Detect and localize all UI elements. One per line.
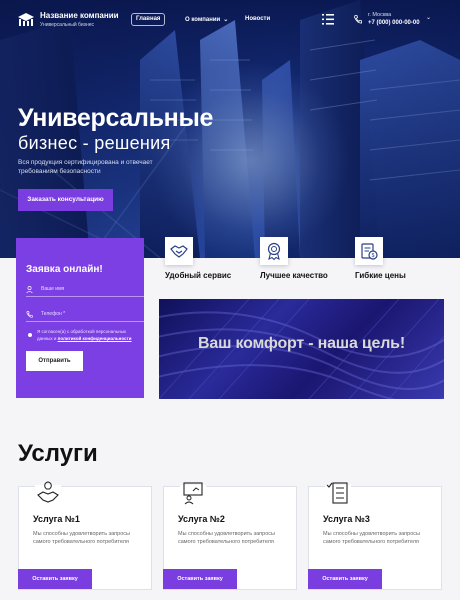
- chevron-down-icon[interactable]: ⌄: [426, 14, 431, 21]
- phone-field[interactable]: Телефон *: [26, 310, 144, 322]
- company-tagline: Универсальный бизнес: [40, 22, 94, 28]
- hero-title: Универсальные: [18, 104, 214, 132]
- leave-request-button[interactable]: Оставить заявку: [163, 569, 237, 589]
- feature-label-quality: Лучшее качество: [260, 271, 328, 280]
- award-medal-icon: [267, 242, 281, 261]
- nav-item-home-label: Главная: [136, 16, 161, 22]
- service-card: Услуга №2 Мы способны удовлетворить запр…: [163, 482, 297, 590]
- hero-section: Название компании Универсальный бизнес Г…: [0, 0, 460, 258]
- chevron-down-icon: ⌄: [223, 17, 229, 23]
- nav-item-about[interactable]: О компании ⌄: [185, 16, 228, 23]
- handshake-icon: [170, 245, 188, 258]
- online-request-form: Заявка онлайн! Ваше имя Телефон * Я согл…: [16, 238, 144, 398]
- feature-service-icon-box: [165, 237, 193, 265]
- menu-icon[interactable]: [322, 14, 334, 25]
- order-consultation-button[interactable]: Заказать консультацию: [18, 189, 113, 211]
- phone-icon[interactable]: [354, 15, 362, 24]
- checklist-icon: [325, 482, 351, 505]
- user-icon: [26, 286, 33, 293]
- service-title: Услуга №3: [323, 514, 370, 524]
- hero-description: Вся продукция сертифицирована и отвечает…: [18, 159, 153, 175]
- nav-item-about-label: О компании: [185, 17, 221, 23]
- leave-request-button[interactable]: Оставить заявку: [308, 569, 382, 589]
- service-title: Услуга №2: [178, 514, 225, 524]
- company-name[interactable]: Название компании: [40, 11, 119, 20]
- privacy-policy-link[interactable]: политикой конфиденциальности: [58, 336, 132, 341]
- phone-number[interactable]: +7 (000) 000-00-00: [368, 20, 420, 26]
- nav-item-news[interactable]: Новости: [245, 16, 270, 22]
- leave-request-button[interactable]: Оставить заявку: [18, 569, 92, 589]
- presentation-board-icon: [180, 482, 206, 505]
- feature-quality-icon-box: [260, 237, 288, 265]
- service-card: Услуга №3 Мы способны удовлетворить запр…: [308, 482, 442, 590]
- nav-item-home[interactable]: Главная: [131, 13, 166, 26]
- banner-slogan: Ваш комфорт - наша цель!: [198, 335, 405, 352]
- service-description: Мы способны удовлетворить запросы самого…: [323, 531, 420, 545]
- name-placeholder: Ваше имя: [41, 286, 65, 292]
- feature-price-icon-box: $: [355, 237, 383, 265]
- feature-label-service: Удобный сервис: [165, 271, 232, 280]
- handshake-idea-icon: [35, 481, 61, 505]
- city-label[interactable]: г. Москва: [368, 12, 391, 18]
- comfort-banner: Ваш комфорт - наша цель!: [159, 299, 444, 399]
- services-heading: Услуги: [18, 440, 98, 467]
- submit-button[interactable]: Отправить: [26, 351, 83, 371]
- consent-checkbox[interactable]: [28, 333, 32, 337]
- service-description: Мы способны удовлетворить запросы самого…: [33, 531, 130, 545]
- consent-text: Я согласен(а) с обработкой персональных …: [37, 328, 137, 342]
- top-navigation-bar: Название компании Универсальный бизнес Г…: [0, 0, 460, 40]
- nav-item-news-label: Новости: [245, 16, 271, 22]
- form-title: Заявка онлайн!: [26, 264, 103, 275]
- service-description: Мы способны удовлетворить запросы самого…: [178, 531, 275, 545]
- svg-text:$: $: [372, 253, 375, 259]
- phone-icon: [26, 311, 33, 318]
- hero-subtitle: бизнес - решения: [18, 133, 171, 153]
- name-field[interactable]: Ваше имя: [26, 285, 144, 297]
- phone-placeholder: Телефон *: [41, 311, 66, 317]
- service-title: Услуга №1: [33, 514, 80, 524]
- price-tag-icon: $: [361, 243, 378, 260]
- service-card: Услуга №1 Мы способны удовлетворить запр…: [18, 481, 152, 590]
- feature-label-prices: Гибкие цены: [355, 271, 406, 280]
- logo-icon[interactable]: [18, 13, 34, 27]
